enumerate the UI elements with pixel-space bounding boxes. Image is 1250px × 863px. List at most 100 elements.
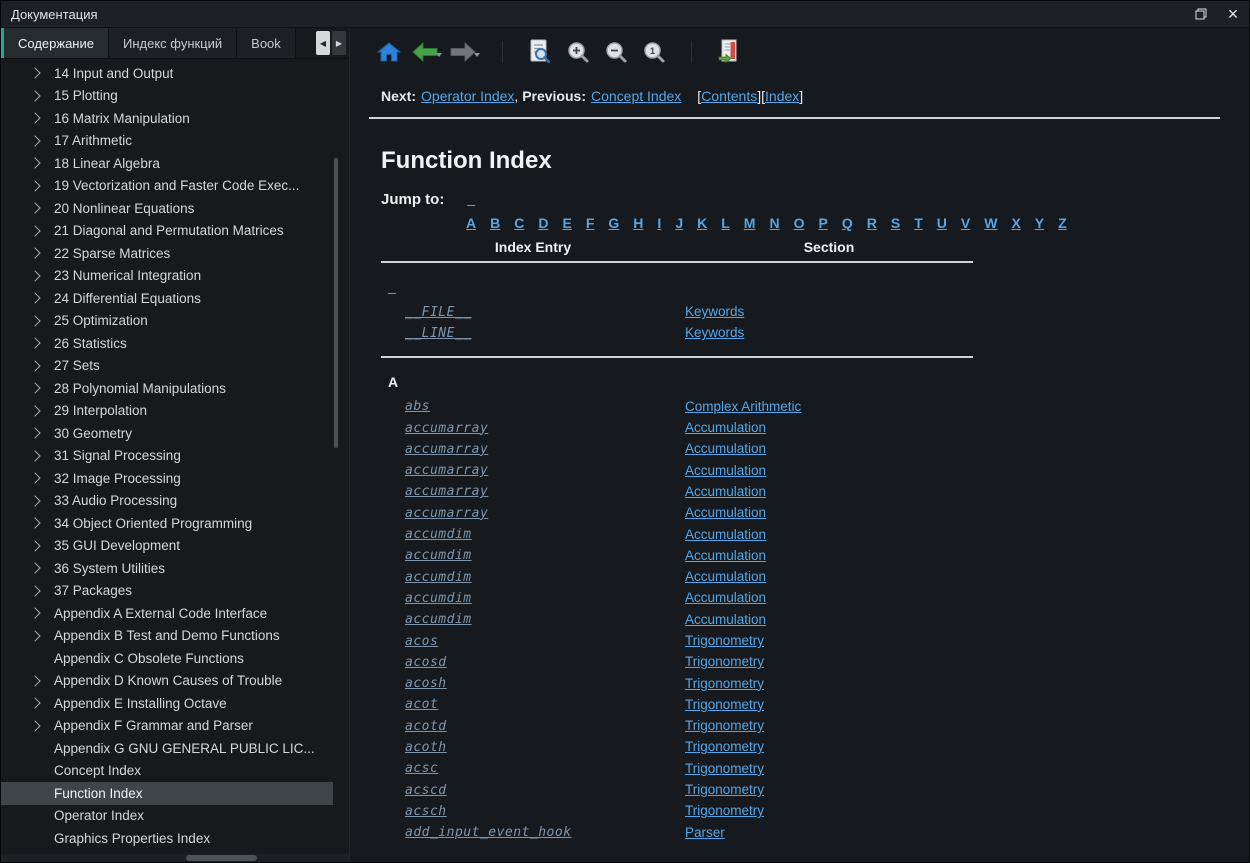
zoom-in-button[interactable]	[563, 37, 593, 67]
section-link[interactable]: Trigonometry	[685, 676, 764, 691]
section-link[interactable]: Accumulation	[685, 505, 766, 520]
index-link[interactable]: Index	[765, 88, 799, 104]
contents-link[interactable]: Contents	[701, 88, 757, 104]
section-link[interactable]: Trigonometry	[685, 718, 764, 733]
sidebar-item[interactable]: 24 Differential Equations	[1, 287, 333, 310]
jump-letter-link[interactable]: H	[633, 215, 643, 231]
sidebar-item[interactable]: 26 Statistics	[1, 332, 333, 355]
chevron-right-icon[interactable]	[29, 563, 40, 574]
sidebar-item[interactable]: 14 Input and Output	[1, 62, 333, 85]
previous-link[interactable]: Concept Index	[591, 88, 681, 104]
chevron-right-icon[interactable]	[29, 360, 40, 371]
section-link[interactable]: Accumulation	[685, 420, 766, 435]
sidebar-item[interactable]: 22 Sparse Matrices	[1, 242, 333, 265]
jump-letter-link[interactable]: M	[744, 215, 756, 231]
sidebar-item[interactable]: Appendix C Obsolete Functions	[1, 647, 333, 670]
chevron-right-icon[interactable]	[29, 203, 40, 214]
jump-letter-link[interactable]: B	[490, 215, 500, 231]
section-link[interactable]: Trigonometry	[685, 739, 764, 754]
chevron-right-icon[interactable]	[29, 450, 40, 461]
section-link[interactable]: Accumulation	[685, 569, 766, 584]
forward-button[interactable]	[450, 42, 480, 62]
sidebar-item[interactable]: Appendix D Known Causes of Trouble	[1, 670, 333, 693]
sidebar-item[interactable]: 35 GUI Development	[1, 535, 333, 558]
index-entry-link[interactable]: acotd	[405, 719, 447, 734]
sidebar-item[interactable]: Appendix G GNU GENERAL PUBLIC LIC...	[1, 737, 333, 760]
back-history-caret-icon[interactable]	[436, 53, 442, 57]
chevron-right-icon[interactable]	[29, 293, 40, 304]
index-entry-link[interactable]: accumdim	[405, 591, 472, 606]
jump-letter-link[interactable]: J	[675, 215, 683, 231]
index-entry-link[interactable]: __FILE__	[405, 305, 472, 320]
chevron-right-icon[interactable]	[29, 495, 40, 506]
sidebar-item[interactable]: 18 Linear Algebra	[1, 152, 333, 175]
chevron-right-icon[interactable]	[29, 383, 40, 394]
jump-letter-link[interactable]: G	[608, 215, 619, 231]
sidebar-item[interactable]: 31 Signal Processing	[1, 445, 333, 468]
sidebar-item[interactable]: Concept Index	[1, 760, 333, 783]
section-link[interactable]: Accumulation	[685, 612, 766, 627]
sidebar-item[interactable]: 28 Polynomial Manipulations	[1, 377, 333, 400]
sidebar-item[interactable]: 37 Packages	[1, 580, 333, 603]
jump-letter-link[interactable]: X	[1011, 215, 1020, 231]
index-entry-link[interactable]: acoth	[405, 740, 447, 755]
sidebar-item[interactable]: 17 Arithmetic	[1, 130, 333, 153]
find-in-page-button[interactable]	[525, 37, 555, 67]
index-entry-link[interactable]: accumarray	[405, 506, 488, 521]
close-window-button[interactable]: ×	[1217, 1, 1249, 27]
horizontal-scrollbar-thumb[interactable]	[186, 855, 257, 861]
jump-letter-link[interactable]: D	[538, 215, 548, 231]
sidebar-item[interactable]: Appendix A External Code Interface	[1, 602, 333, 625]
title-bar[interactable]: Документация ×	[1, 1, 1249, 28]
sidebar-item[interactable]: 16 Matrix Manipulation	[1, 107, 333, 130]
index-entry-link[interactable]: accumdim	[405, 570, 472, 585]
jump-letter-link[interactable]: Y	[1035, 215, 1044, 231]
chevron-right-icon[interactable]	[29, 270, 40, 281]
doc-tab[interactable]: Содержание	[1, 28, 109, 58]
index-entry-link[interactable]: acscd	[405, 783, 447, 798]
jump-letter-link[interactable]: U	[937, 215, 947, 231]
sidebar-item[interactable]: 36 System Utilities	[1, 557, 333, 580]
jump-letter-link[interactable]: R	[867, 215, 877, 231]
section-link[interactable]: Accumulation	[685, 527, 766, 542]
jump-letter-link[interactable]: W	[984, 215, 997, 231]
sidebar-item[interactable]: Graphics Properties Index	[1, 827, 333, 850]
chevron-right-icon[interactable]	[29, 248, 40, 259]
sidebar-item[interactable]: Function Index	[1, 782, 333, 805]
jump-letter-link[interactable]: S	[891, 215, 900, 231]
jump-letter-link[interactable]: N	[769, 215, 779, 231]
sidebar-item[interactable]: 27 Sets	[1, 355, 333, 378]
sidebar-horizontal-scrollbar[interactable]	[1, 854, 349, 862]
index-entry-link[interactable]: accumarray	[405, 463, 488, 478]
jump-letter-link[interactable]: Z	[1058, 215, 1067, 231]
section-link[interactable]: Trigonometry	[685, 782, 764, 797]
chevron-right-icon[interactable]	[29, 675, 40, 686]
section-link[interactable]: Accumulation	[685, 590, 766, 605]
sidebar-item[interactable]: 21 Diagonal and Permutation Matrices	[1, 220, 333, 243]
sidebar-item[interactable]: Operator Index	[1, 805, 333, 828]
index-entry-link[interactable]: accumdim	[405, 548, 472, 563]
index-entry-link[interactable]: acos	[405, 634, 438, 649]
index-entry-link[interactable]: acosd	[405, 655, 447, 670]
sidebar-item[interactable]: 32 Image Processing	[1, 467, 333, 490]
chevron-right-icon[interactable]	[29, 68, 40, 79]
doc-tab[interactable]: Индекс функций	[109, 28, 237, 58]
section-link[interactable]: Accumulation	[685, 463, 766, 478]
sidebar-item[interactable]: 23 Numerical Integration	[1, 265, 333, 288]
chevron-right-icon[interactable]	[29, 608, 40, 619]
index-entry-link[interactable]: __LINE__	[405, 326, 472, 341]
section-link[interactable]: Accumulation	[685, 441, 766, 456]
chevron-right-icon[interactable]	[29, 473, 40, 484]
section-link[interactable]: Accumulation	[685, 548, 766, 563]
sidebar-item[interactable]: Appendix B Test and Demo Functions	[1, 625, 333, 648]
jump-letter-link[interactable]: A	[466, 215, 476, 231]
home-button[interactable]	[374, 37, 404, 67]
jump-letter-link[interactable]: C	[514, 215, 524, 231]
index-entry-link[interactable]: accumarray	[405, 442, 488, 457]
index-entry-link[interactable]: acot	[405, 697, 438, 712]
sidebar-item[interactable]: Appendix E Installing Octave	[1, 692, 333, 715]
sidebar-item[interactable]: 34 Object Oriented Programming	[1, 512, 333, 535]
chevron-right-icon[interactable]	[29, 113, 40, 124]
chevron-right-icon[interactable]	[29, 135, 40, 146]
jump-letter-link[interactable]: F	[586, 215, 595, 231]
